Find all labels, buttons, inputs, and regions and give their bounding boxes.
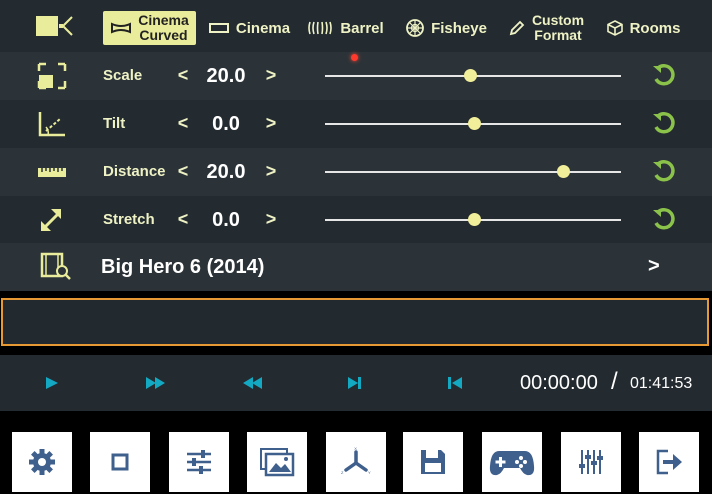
- mode-label: Fisheye: [431, 19, 487, 37]
- gallery-icon: [260, 448, 295, 477]
- scale-slider-thumb[interactable]: [464, 69, 478, 82]
- equalizer-button[interactable]: [561, 432, 621, 492]
- axes-button[interactable]: X Z Y: [326, 432, 386, 492]
- skip-previous-icon[interactable]: [443, 373, 467, 393]
- distance-label: Distance: [103, 163, 166, 180]
- playback-controls: 00:00:00 / 01:41:53: [0, 355, 712, 411]
- tilt-increase-button[interactable]: >: [263, 100, 279, 148]
- tilt-decrease-button[interactable]: <: [175, 100, 191, 148]
- gear-icon: [29, 449, 55, 475]
- barrel-icon: [308, 21, 333, 35]
- stop-button[interactable]: [90, 432, 150, 492]
- fisheye-icon: [406, 19, 424, 37]
- tilt-value: 0.0: [212, 113, 240, 135]
- mode-label-line1: Custom: [531, 12, 585, 28]
- current-time: 00:00:00: [520, 372, 598, 394]
- mode-label: Rooms: [629, 19, 681, 37]
- pencil-icon: [509, 20, 525, 36]
- chevron-right-icon: >: [648, 255, 660, 277]
- text-input-field[interactable]: [1, 298, 709, 346]
- film-search-icon: [40, 252, 71, 280]
- stretch-label: Stretch: [103, 211, 155, 228]
- mode-toolbar: Cinema Curved Cinema Barrel Fisheye Cust…: [0, 0, 712, 52]
- distance-increase-button[interactable]: >: [263, 148, 279, 196]
- axes-icon: X Z Y: [341, 446, 371, 475]
- tilt-icon: [38, 112, 65, 137]
- mode-label-line2: Format: [534, 27, 582, 43]
- gamepad-icon: [489, 451, 535, 476]
- tilt-reset-icon[interactable]: [650, 110, 678, 138]
- fast-forward-icon[interactable]: [144, 373, 168, 393]
- mode-barrel-button[interactable]: Barrel: [302, 11, 390, 45]
- equalizer-icon: [579, 450, 603, 474]
- tilt-row: Tilt < 0.0 >: [0, 100, 712, 148]
- distance-row: Distance < 20.0 >: [0, 148, 712, 196]
- gamepad-button[interactable]: [482, 432, 542, 492]
- movie-title: Big Hero 6 (2014): [101, 256, 265, 278]
- skip-next-icon[interactable]: [343, 373, 367, 393]
- stretch-row: Stretch < 0.0 >: [0, 196, 712, 244]
- scale-reset-icon[interactable]: [650, 62, 678, 90]
- gallery-button[interactable]: [247, 432, 307, 492]
- scale-label: Scale: [103, 67, 143, 84]
- recording-indicator: [351, 54, 358, 61]
- settings-button[interactable]: [12, 432, 72, 492]
- save-button[interactable]: [403, 432, 463, 492]
- time-separator: /: [611, 368, 618, 395]
- flat-screen-icon: [208, 23, 229, 33]
- distance-slider-track[interactable]: [325, 171, 621, 173]
- mode-cinema-curved-button[interactable]: Cinema Curved: [103, 11, 196, 45]
- svg-text:X: X: [354, 446, 357, 451]
- sliders-icon: [187, 450, 211, 474]
- projector-icon[interactable]: [34, 13, 74, 39]
- exit-icon: [656, 449, 682, 475]
- distance-decrease-button[interactable]: <: [175, 148, 191, 196]
- mode-fisheye-button[interactable]: Fisheye: [400, 11, 492, 45]
- stretch-reset-icon[interactable]: [650, 206, 678, 234]
- tilt-label: Tilt: [103, 115, 126, 132]
- play-icon[interactable]: [40, 373, 64, 393]
- stretch-decrease-button[interactable]: <: [175, 196, 191, 244]
- scale-value: 20.0: [206, 65, 246, 87]
- adjustments-button[interactable]: [169, 432, 229, 492]
- mode-rooms-button[interactable]: Rooms: [598, 11, 688, 45]
- distance-slider-thumb[interactable]: [557, 165, 571, 178]
- mode-label-line2: Curved: [139, 27, 188, 43]
- total-time: 01:41:53: [630, 375, 693, 392]
- save-icon: [421, 450, 445, 474]
- bottom-toolbar: X Z Y: [0, 416, 712, 494]
- curved-screen-icon: [111, 22, 132, 34]
- ruler-icon: [38, 168, 66, 177]
- stretch-icon: [41, 209, 62, 231]
- cube-icon: [606, 20, 623, 36]
- scale-decrease-button[interactable]: <: [175, 52, 191, 100]
- rewind-icon[interactable]: [240, 373, 264, 393]
- exit-button[interactable]: [639, 432, 699, 492]
- stretch-value: 0.0: [212, 209, 240, 231]
- svg-text:Y: Y: [368, 470, 371, 475]
- scale-increase-button[interactable]: >: [263, 52, 279, 100]
- scale-icon: [37, 62, 67, 90]
- distance-value: 20.0: [206, 161, 246, 183]
- mode-cinema-button[interactable]: Cinema: [204, 11, 294, 45]
- distance-reset-icon[interactable]: [650, 158, 678, 186]
- movie-select-row[interactable]: Big Hero 6 (2014) >: [0, 243, 712, 291]
- stop-icon: [111, 453, 129, 471]
- mode-custom-format-button[interactable]: Custom Format: [502, 11, 590, 45]
- mode-label-line1: Cinema: [138, 12, 189, 28]
- stretch-slider-thumb[interactable]: [468, 213, 482, 226]
- tilt-slider-thumb[interactable]: [468, 117, 482, 130]
- stretch-increase-button[interactable]: >: [263, 196, 279, 244]
- mode-label: Cinema: [235, 19, 291, 37]
- svg-text:Z: Z: [341, 470, 344, 475]
- mode-label: Barrel: [340, 19, 384, 37]
